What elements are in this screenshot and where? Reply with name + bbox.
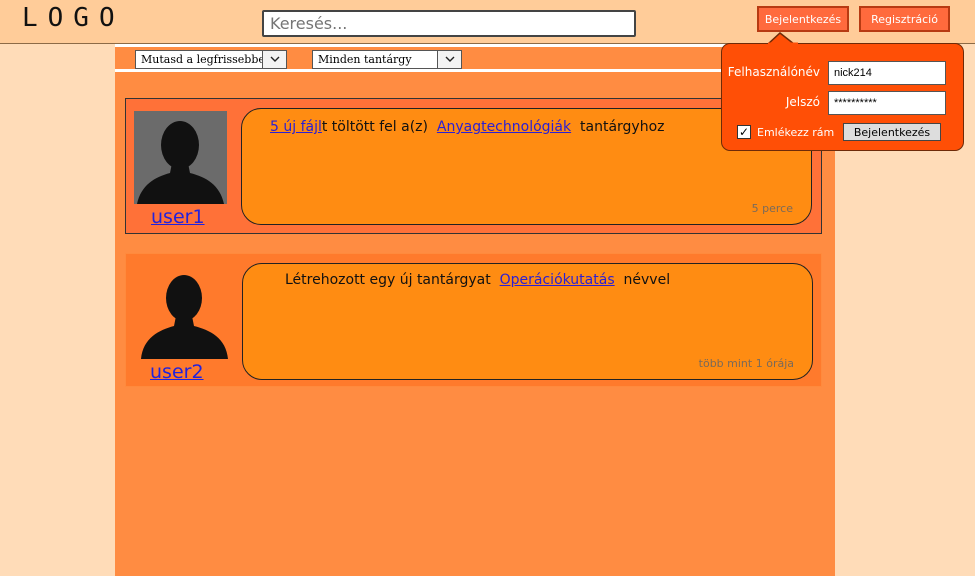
- avatar[interactable]: [138, 266, 231, 359]
- remember-me-label: Emlékezz rám: [757, 126, 835, 139]
- login-button[interactable]: Bejelentkezés: [757, 6, 849, 32]
- chevron-down-icon[interactable]: [437, 51, 461, 68]
- speech-bubble: Létrehozott egy új tantárgyat Operációku…: [242, 263, 813, 380]
- avatar[interactable]: [134, 111, 227, 204]
- activity-text-part: Létrehozott egy új tantárgyat: [285, 272, 491, 288]
- feed-item: user1 5 új fájlt töltött fel a(z) Anyagt…: [125, 98, 822, 234]
- username-label: Felhasználónév: [727, 65, 820, 79]
- popup-pointer: [768, 32, 798, 44]
- timestamp: 5 perce: [751, 202, 793, 215]
- activity-text: 5 új fájlt töltött fel a(z) Anyagtechnol…: [270, 119, 665, 135]
- username-field[interactable]: [828, 61, 946, 85]
- password-field[interactable]: [828, 91, 946, 115]
- register-button[interactable]: Regisztráció: [859, 6, 950, 32]
- activity-text-part: tantárgyhoz: [580, 119, 665, 135]
- popup-login-button[interactable]: Bejelentkezés: [843, 123, 941, 141]
- subject-link[interactable]: Anyagtechnológiák: [437, 119, 571, 135]
- subject-dropdown-value: Minden tantárgy: [318, 53, 412, 66]
- files-link[interactable]: 5 új fájl: [270, 119, 322, 135]
- chevron-down-icon[interactable]: [262, 51, 286, 68]
- timestamp: több mint 1 órája: [698, 357, 794, 370]
- activity-text-part: névvel: [623, 272, 671, 288]
- activity-text-part: t töltött fel a(z): [321, 119, 428, 135]
- sort-dropdown[interactable]: Mutasd a legfrissebbet: [135, 50, 287, 69]
- activity-text: Létrehozott egy új tantárgyat Operációku…: [285, 272, 670, 288]
- subject-link[interactable]: Operációkutatás: [500, 272, 615, 288]
- username-link[interactable]: user1: [151, 206, 205, 228]
- sort-dropdown-value: Mutasd a legfrissebbet: [141, 53, 270, 66]
- subject-dropdown[interactable]: Minden tantárgy: [312, 50, 462, 69]
- remember-me-checkbox[interactable]: ✓: [737, 125, 751, 139]
- search-input[interactable]: [262, 10, 636, 37]
- logo[interactable]: LOGO: [22, 3, 125, 33]
- password-label: Jelszó: [785, 95, 820, 109]
- feed-item: user2 Létrehozott egy új tantárgyat Oper…: [125, 253, 822, 387]
- top-header: LOGO Bejelentkezés Regisztráció: [0, 0, 975, 44]
- username-link[interactable]: user2: [150, 361, 204, 383]
